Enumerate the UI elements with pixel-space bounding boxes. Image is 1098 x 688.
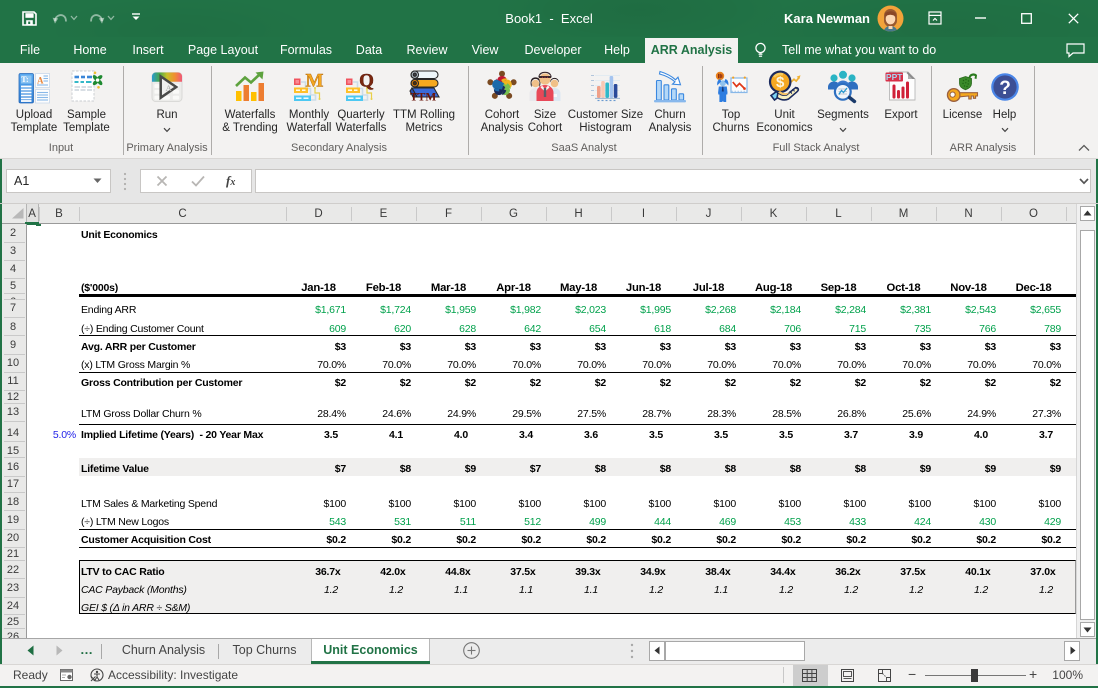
svg-text:?: ?: [999, 78, 1011, 99]
svg-text:PPT: PPT: [886, 72, 903, 82]
svg-text:Q: Q: [359, 71, 374, 92]
svg-text:TTM: TTM: [410, 92, 436, 104]
svg-text:T:: T:: [21, 75, 28, 84]
svg-text:$: $: [776, 74, 785, 91]
svg-text:A: A: [37, 76, 44, 86]
svg-text:A: A: [166, 83, 173, 93]
svg-text:M: M: [306, 71, 324, 92]
